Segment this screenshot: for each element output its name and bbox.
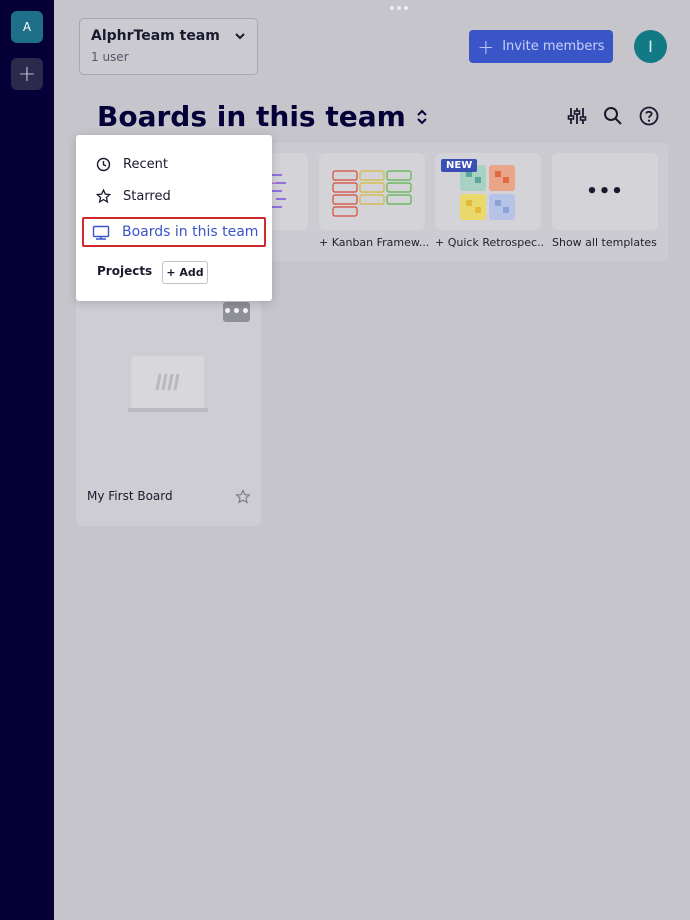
star-icon (96, 189, 111, 204)
menu-item-boards-in-team[interactable]: Boards in this team (82, 217, 266, 247)
invite-members-button[interactable]: + Invite members (469, 30, 613, 63)
show-all-templates[interactable]: ••• Show all templates (552, 153, 662, 249)
template-label: + Quick Retrospec... (435, 236, 545, 249)
template-label: + Kanban Framew... (319, 236, 429, 249)
filter-icon[interactable] (567, 106, 587, 126)
left-rail: A + (0, 0, 54, 920)
template-thumbnail: NEW (435, 153, 541, 230)
miro-logo-icon (155, 373, 180, 391)
template-thumbnail: ••• (552, 153, 658, 230)
page-title[interactable]: Boards in this team (97, 100, 428, 133)
add-team-button[interactable]: + (11, 58, 43, 90)
chevron-down-icon (235, 33, 245, 40)
sort-arrows-icon (417, 109, 427, 124)
board-name: My First Board (87, 489, 173, 503)
menu-item-label: Starred (123, 189, 171, 204)
invite-members-label: Invite members (502, 39, 605, 54)
toolbar (567, 106, 659, 126)
clock-icon (96, 157, 111, 172)
drag-handle[interactable] (390, 6, 408, 10)
more-icon: ••• (586, 181, 624, 202)
user-avatar[interactable]: I (634, 30, 667, 63)
help-icon[interactable] (639, 106, 659, 126)
board-thumbnail-base (128, 408, 208, 412)
team-switcher[interactable]: AlphrTeam team 1 user (79, 18, 258, 75)
menu-item-label: Boards in this team (122, 224, 259, 240)
team-name: AlphrTeam team (91, 28, 220, 44)
template-retrospective[interactable]: NEW + Quick Retrospec... (435, 153, 545, 249)
view-dropdown: Recent Starred Boards in this team Proje… (76, 135, 272, 301)
projects-heading: Projects (97, 264, 153, 278)
new-badge: NEW (441, 159, 478, 172)
template-label: Show all templates (552, 236, 657, 249)
add-project-button[interactable]: + Add (162, 261, 208, 284)
star-icon[interactable] (235, 489, 251, 505)
menu-item-label: Recent (123, 157, 168, 172)
team-avatar[interactable]: A (11, 11, 43, 43)
search-icon[interactable] (603, 106, 623, 126)
page-title-text: Boards in this team (97, 100, 406, 133)
template-kanban[interactable]: + Kanban Framew... (319, 153, 429, 249)
menu-item-starred[interactable]: Starred (96, 189, 171, 204)
menu-item-recent[interactable]: Recent (96, 157, 168, 172)
team-user-count: 1 user (91, 50, 129, 64)
plus-icon: + (477, 34, 495, 59)
template-thumbnail (319, 153, 425, 230)
kanban-thumbnail-icon (332, 170, 412, 217)
board-menu-button[interactable]: ••• (223, 302, 250, 322)
board-icon (92, 225, 110, 240)
